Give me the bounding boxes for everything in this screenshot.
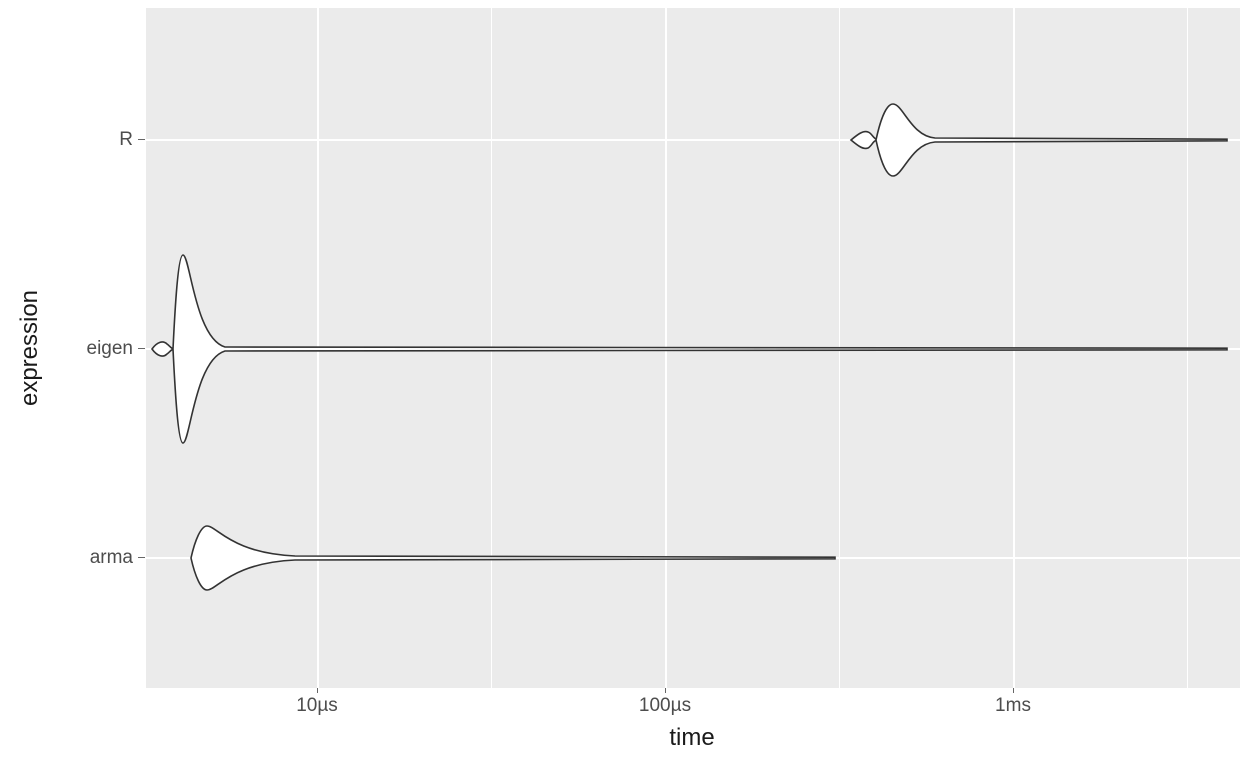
y-tick-r: R xyxy=(119,129,133,151)
x-tick-10us: 10µs xyxy=(296,695,338,717)
violin-eigen-main xyxy=(173,255,1227,443)
violin-layer xyxy=(145,8,1240,688)
violin-r xyxy=(851,132,878,149)
y-axis-label: expression xyxy=(16,290,44,406)
plot-panel xyxy=(145,8,1240,688)
violin-r-main xyxy=(876,104,1227,176)
violin-eigen-prebump xyxy=(152,342,175,356)
x-tick-100us: 100µs xyxy=(639,695,691,717)
y-tick-eigen: eigen xyxy=(87,338,134,360)
violin-arma xyxy=(191,526,835,590)
x-axis-label: time xyxy=(669,724,714,752)
benchmark-violin-chart: R eigen arma 10µs 100µs 1ms time express… xyxy=(0,0,1248,768)
x-tick-1ms: 1ms xyxy=(995,695,1031,717)
y-tick-arma: arma xyxy=(90,547,133,569)
